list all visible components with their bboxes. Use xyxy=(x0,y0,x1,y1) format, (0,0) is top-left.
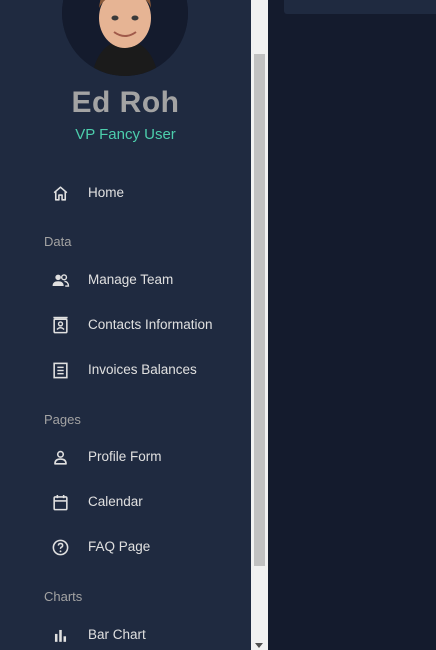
sidebar-item-label: FAQ Page xyxy=(88,539,151,554)
sidebar-item-bar-chart[interactable]: Bar Chart xyxy=(0,615,251,650)
home-icon xyxy=(51,184,70,203)
sidebar-item-contacts[interactable]: Contacts Information xyxy=(0,305,251,345)
scroll-down-arrow-icon[interactable] xyxy=(255,643,263,648)
sidebar-item-label: Contacts Information xyxy=(88,317,213,332)
sidebar-item-calendar[interactable]: Calendar xyxy=(0,482,251,522)
sidebar-item-label: Calendar xyxy=(88,494,143,509)
calendar-icon xyxy=(51,493,70,512)
sidebar-scrollbar[interactable] xyxy=(251,0,268,650)
sidebar-item-label: Manage Team xyxy=(88,272,174,287)
sidebar-item-faq[interactable]: FAQ Page xyxy=(0,527,251,567)
sidebar-item-invoices[interactable]: Invoices Balances xyxy=(0,350,251,390)
sidebar-item-label: Profile Form xyxy=(88,449,162,464)
help-circle-icon xyxy=(51,538,70,557)
sidebar-item-label: Home xyxy=(88,185,125,200)
sidebar-item-home[interactable]: Home xyxy=(0,173,251,213)
sidebar-item-label: Invoices Balances xyxy=(88,362,197,377)
people-icon xyxy=(51,271,70,290)
top-search-bar[interactable] xyxy=(284,0,436,14)
app-root: Ed Roh VP Fancy User Home Data Manage Te… xyxy=(0,0,436,650)
avatar xyxy=(62,0,188,76)
contact-card-icon xyxy=(51,316,70,335)
sidebar: Ed Roh VP Fancy User Home Data Manage Te… xyxy=(0,0,251,650)
person-icon xyxy=(51,448,70,467)
profile-role: VP Fancy User xyxy=(75,126,176,143)
section-title-charts: Charts xyxy=(44,589,83,604)
main-content xyxy=(268,0,436,650)
bar-chart-icon xyxy=(51,626,70,645)
sidebar-item-manage-team[interactable]: Manage Team xyxy=(0,260,251,300)
scrollbar-thumb[interactable] xyxy=(254,54,265,566)
profile-name: Ed Roh xyxy=(71,86,180,119)
section-title-data: Data xyxy=(44,234,72,249)
sidebar-item-label: Bar Chart xyxy=(88,627,146,642)
avatar-image xyxy=(62,0,188,76)
section-title-pages: Pages xyxy=(44,412,81,427)
sidebar-item-profile-form[interactable]: Profile Form xyxy=(0,437,251,477)
receipt-icon xyxy=(51,361,70,380)
